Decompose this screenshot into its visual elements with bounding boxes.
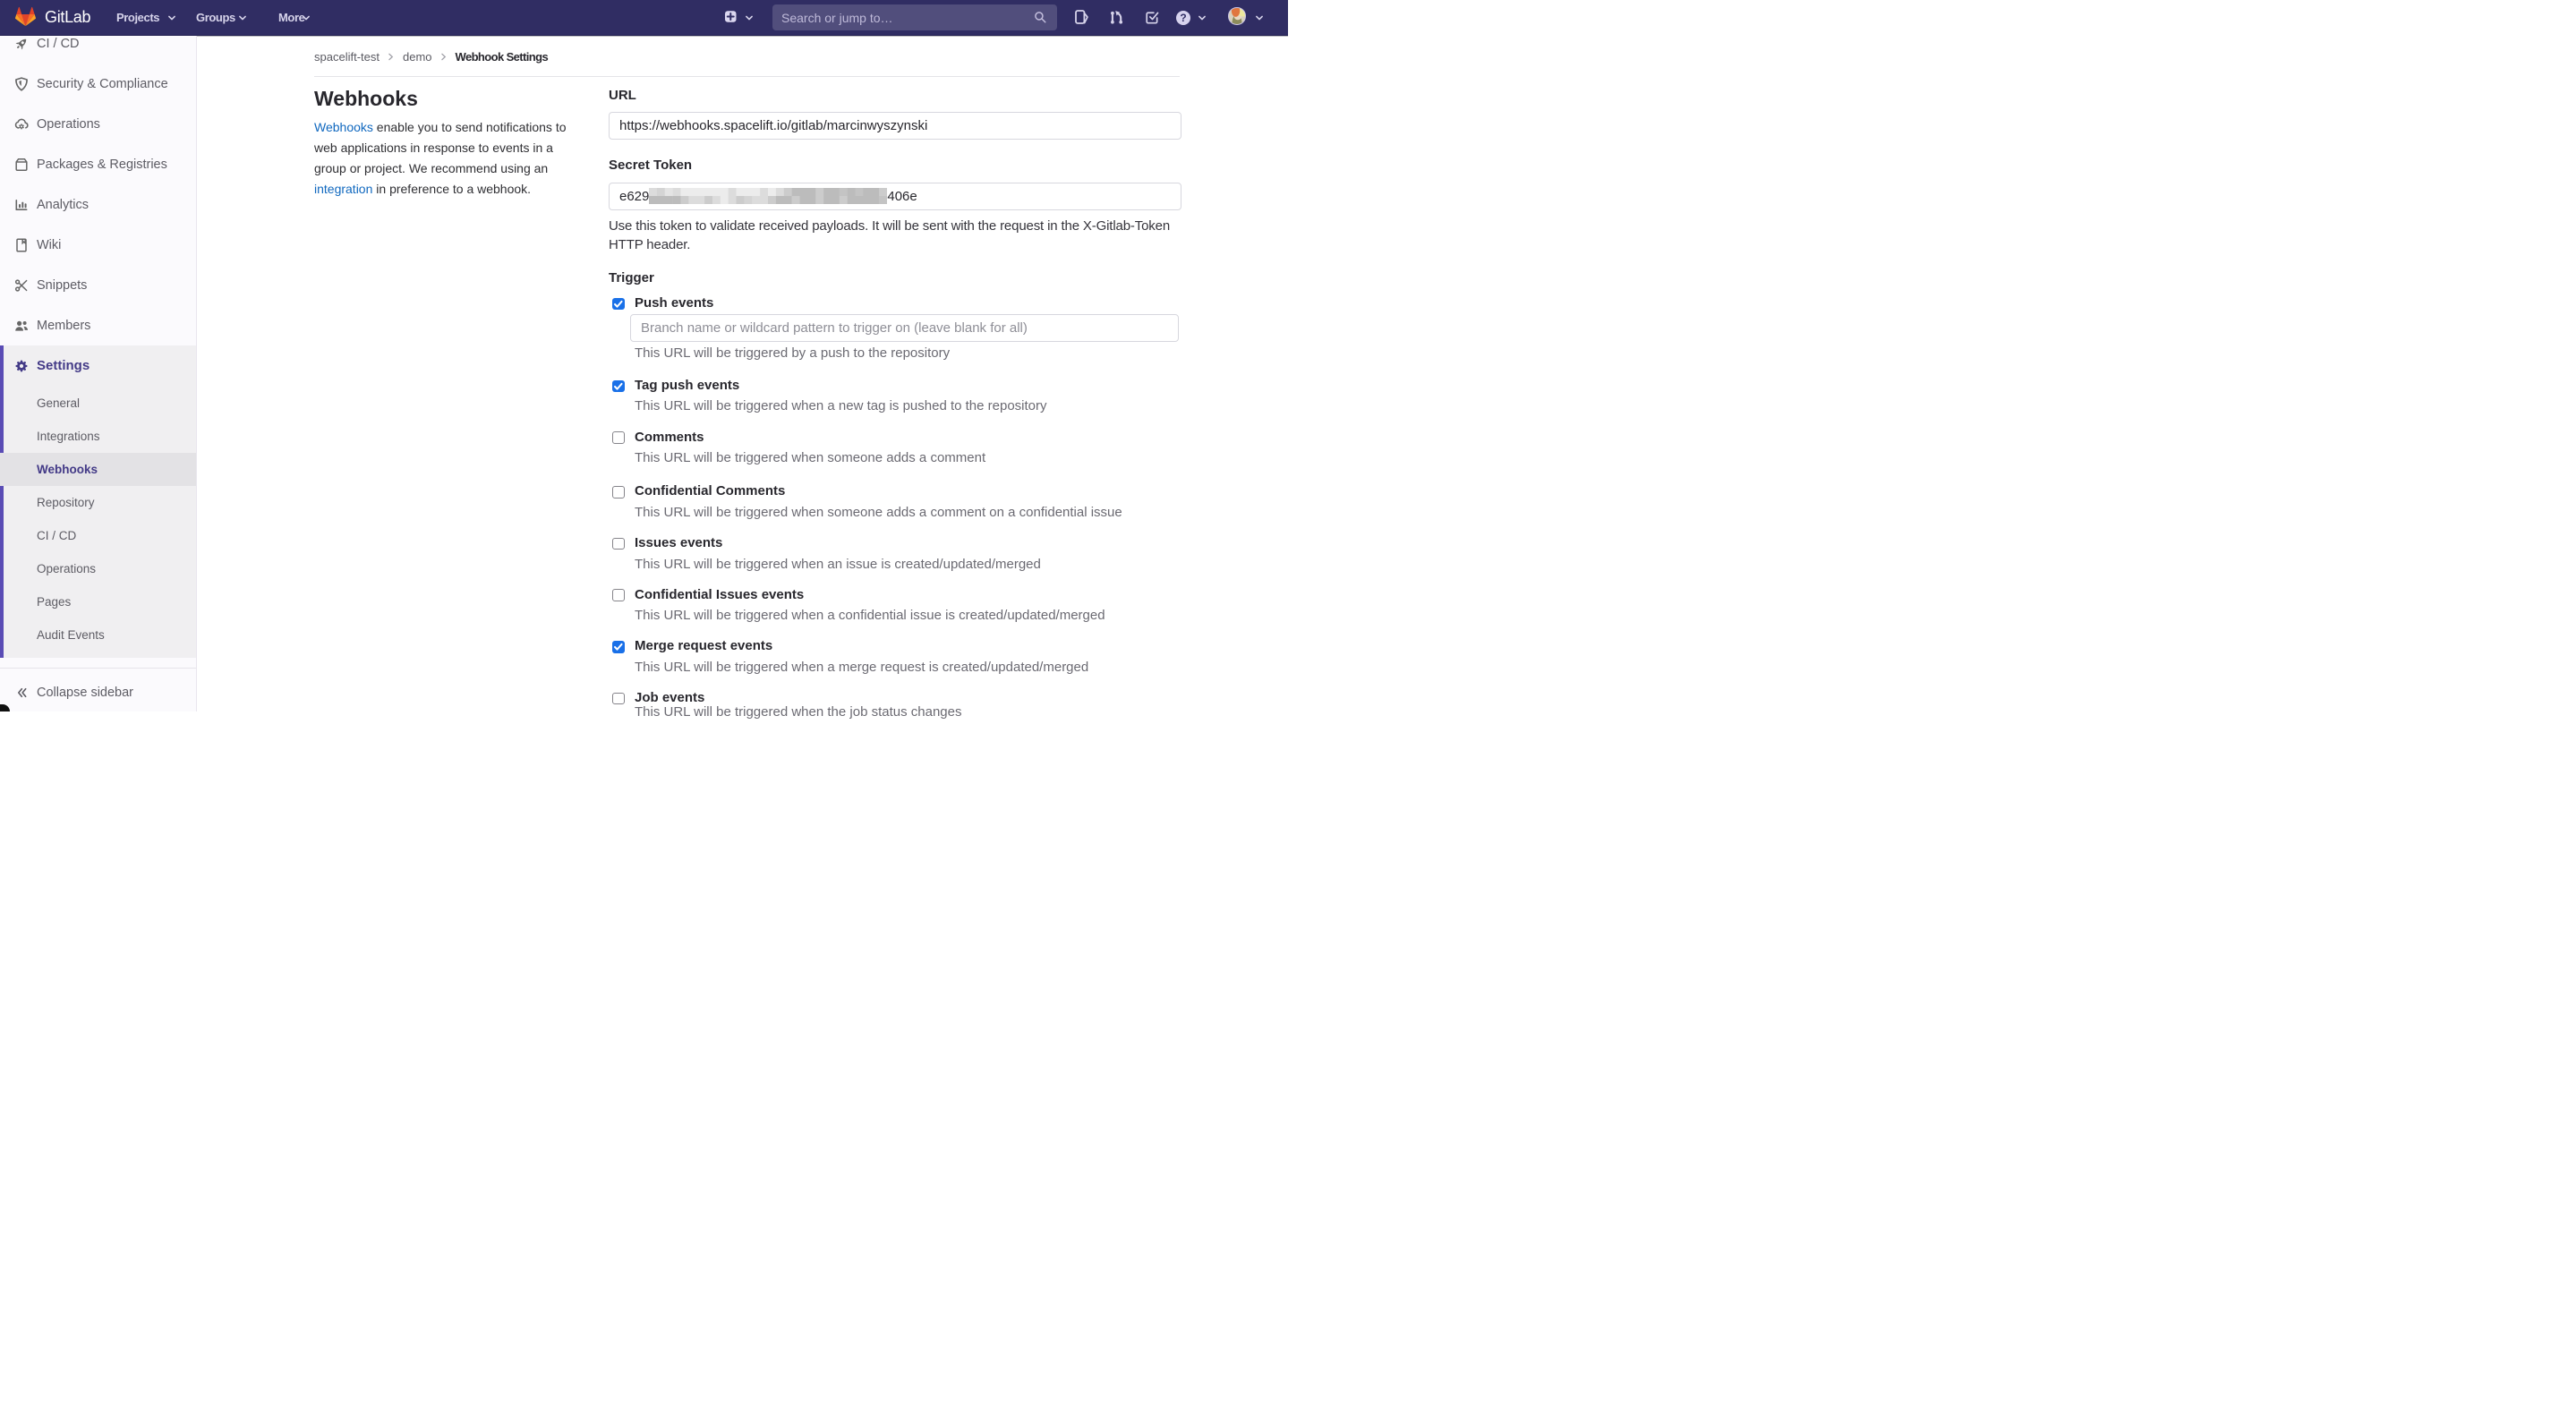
svg-text:?: ?	[1180, 12, 1186, 24]
